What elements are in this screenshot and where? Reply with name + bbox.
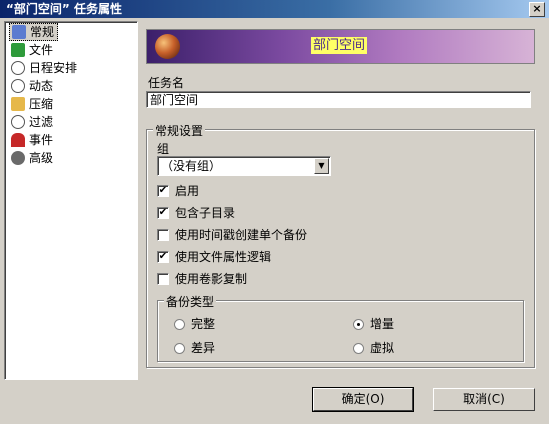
- sidebar-item-label: 过滤: [29, 115, 54, 129]
- radio-button[interactable]: [174, 343, 185, 354]
- group-select-value: （没有组）: [161, 159, 222, 173]
- sidebar-item-filter[interactable]: 过滤: [9, 113, 56, 131]
- sidebar-item-files[interactable]: 文件: [9, 41, 56, 59]
- checkbox-box[interactable]: [157, 229, 169, 241]
- radio-button[interactable]: [353, 343, 364, 354]
- sidebar-item-label: 高级: [29, 151, 54, 165]
- filter-icon: [11, 115, 25, 129]
- sidebar-item-schedule[interactable]: 日程安排: [9, 59, 80, 77]
- radio-button[interactable]: [353, 319, 364, 330]
- folder-icon: [11, 97, 25, 111]
- checkbox-box[interactable]: ✔: [157, 251, 169, 263]
- group-select[interactable]: （没有组） ▼: [157, 156, 331, 176]
- clock-icon: [11, 61, 25, 75]
- magnet-icon: [11, 133, 25, 147]
- group-label: 组: [157, 142, 170, 156]
- task-name-input[interactable]: 部门空间: [146, 91, 531, 108]
- task-banner: 部门空间: [146, 29, 535, 64]
- radio-label: 虚拟: [370, 341, 395, 355]
- sidebar-item-label: 事件: [29, 133, 54, 147]
- sidebar-item-label: 日程安排: [29, 61, 78, 75]
- sidebar-item-label: 压缩: [29, 97, 54, 111]
- title-bar: “部门空间” 任务属性 ×: [0, 0, 549, 18]
- task-name-label: 任务名: [148, 76, 185, 90]
- radio-label: 完整: [191, 317, 216, 331]
- checkbox-box[interactable]: ✔: [157, 207, 169, 219]
- files-icon: [11, 43, 25, 57]
- sidebar-item-label: 常规: [30, 25, 55, 39]
- close-button[interactable]: ×: [529, 2, 545, 17]
- general-settings-title: 常规设置: [153, 122, 206, 139]
- sidebar-item-advanced[interactable]: 高级: [9, 149, 56, 167]
- gear-icon: [11, 151, 25, 165]
- checkbox-label: 使用卷影复制: [175, 272, 248, 286]
- checkbox-label: 启用: [175, 184, 200, 198]
- checkbox-box[interactable]: ✔: [157, 185, 169, 197]
- sidebar-item-general[interactable]: 常规: [9, 23, 59, 41]
- checkbox-label: 使用文件属性逻辑: [175, 250, 272, 264]
- backup-type-title: 备份类型: [164, 293, 217, 310]
- banner-title: 部门空间: [311, 37, 368, 54]
- dynamic-icon: [11, 79, 25, 93]
- cancel-button[interactable]: 取消(C): [433, 388, 535, 411]
- sidebar: 常规 文件 日程安排 动态 压缩 过滤 事件 高级: [4, 21, 138, 380]
- sidebar-item-events[interactable]: 事件: [9, 131, 56, 149]
- checkbox-label: 使用时间戳创建单个备份: [175, 228, 308, 242]
- sidebar-item-label: 文件: [29, 43, 54, 57]
- radio-button[interactable]: [174, 319, 185, 330]
- sidebar-item-compress[interactable]: 压缩: [9, 95, 56, 113]
- window-title: “部门空间” 任务属性: [6, 2, 122, 16]
- radio-label: 差异: [191, 341, 216, 355]
- ok-button[interactable]: 确定(O): [312, 387, 414, 412]
- sidebar-item-label: 动态: [29, 79, 54, 93]
- sidebar-item-dynamic[interactable]: 动态: [9, 77, 56, 95]
- checkbox-box[interactable]: [157, 273, 169, 285]
- planet-icon: [155, 34, 180, 59]
- radio-label: 增量: [370, 317, 395, 331]
- chevron-down-icon[interactable]: ▼: [314, 158, 329, 174]
- general-icon: [12, 25, 26, 39]
- checkbox-label: 包含子目录: [175, 206, 236, 220]
- task-properties-window: “部门空间” 任务属性 × 常规 文件 日程安排 动态 压缩 过滤 事件 高级 …: [0, 0, 549, 424]
